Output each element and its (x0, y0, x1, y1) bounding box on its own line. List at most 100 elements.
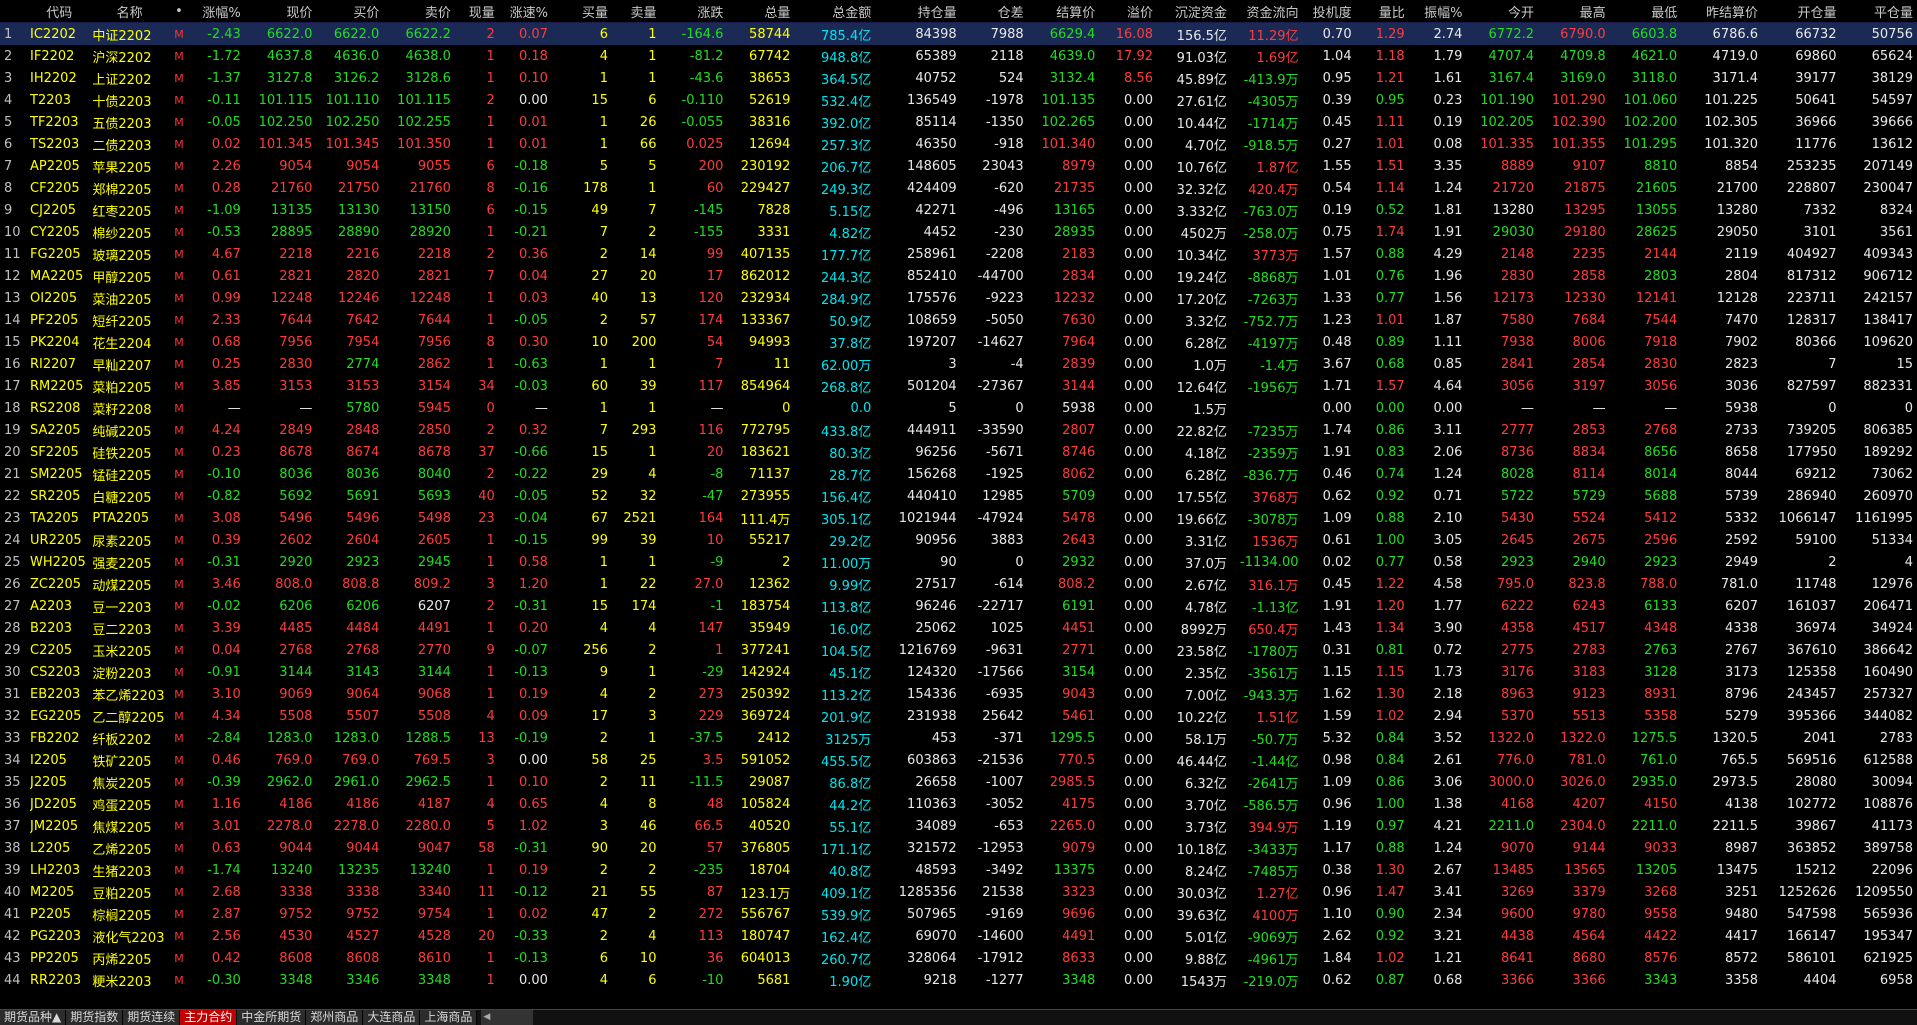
header-price[interactable]: 现价 (244, 0, 317, 23)
table-row[interactable]: 6 TS2203 二债2203 M 0.02 101.345 101.345 101.350 1… (0, 133, 1917, 155)
header-bid[interactable]: 买价 (316, 0, 384, 23)
table-row[interactable]: 41 P2205 棕榈2205 M 2.87 9752 9752 9754 1 0.02 47 2 27… (0, 903, 1917, 925)
header-open-interest[interactable]: 持仓量 (875, 0, 961, 23)
table-row[interactable]: 11 FG2205 玻璃2205 M 4.67 2218 2216 2218 2 0.36 2 14 9… (0, 243, 1917, 265)
header-change-pct[interactable]: 涨幅% (187, 0, 245, 23)
table-row[interactable]: 29 C2205 玉米2205 M 0.04 2768 2768 2770 9 -0.07 256 2… (0, 639, 1917, 661)
table-row[interactable]: 1 IC2202 中证2202 M -2.43 6622.0 6622.0 6622.2 2 0.… (0, 22, 1917, 45)
header-oi-change[interactable]: 仓差 (960, 0, 1028, 23)
header-last-vol[interactable]: 现量 (454, 0, 499, 23)
table-row[interactable]: 40 M2205 豆粕2205 M 2.68 3338 3338 3340 11 -0.12 21 5… (0, 881, 1917, 903)
table-body: 1 IC2202 中证2202 M -2.43 6622.0 6622.0 6622.2 2 0.… (0, 22, 1917, 992)
tab-4[interactable]: 中金所期货 (237, 1010, 307, 1025)
header-settle[interactable]: 结算价 (1027, 0, 1100, 23)
header-code[interactable]: 代码 (30, 0, 93, 23)
header-volume[interactable]: 总量 (727, 0, 795, 23)
header-deposit[interactable]: 沉淀资金 (1156, 0, 1231, 23)
tab-2[interactable]: 期货连续 (123, 1010, 181, 1025)
tab-5[interactable]: 郑州商品 (306, 1010, 364, 1025)
cell-vol-ratio: 1.02 (1375, 950, 1405, 966)
table-row[interactable]: 39 LH2203 生猪2203 M -1.74 13240 13235 13240 1 0.19… (0, 859, 1917, 881)
table-row[interactable]: 18 RS2208 菜籽2208 M — — 5780 5945 0 — 1 1 — 0 0.0 5 0 5938… (0, 397, 1917, 419)
header-low[interactable]: 最低 (1609, 0, 1682, 23)
cell-dot: M (174, 49, 184, 63)
table-row[interactable]: 8 CF2205 郑棉2205 M 0.28 21760 21750 21760 8 -0.16 1… (0, 177, 1917, 199)
table-row[interactable]: 44 RR2203 粳米2203 M -0.30 3348 3346 3348 1 0.00 4 6 -… (0, 969, 1917, 991)
table-row[interactable]: 14 PF2205 短纤2205 M 2.33 7644 7642 7644 1 -0.05 2 57… (0, 309, 1917, 331)
table-row[interactable]: 28 B2203 豆二2203 M 3.39 4485 4484 4491 1 0.20 4 4 147… (0, 617, 1917, 639)
header-prev-settle[interactable]: 昨结算价 (1681, 0, 1763, 23)
table-row[interactable]: 22 SR2205 白糖2205 M -0.82 5692 5691 5693 40 -0.05 5… (0, 485, 1917, 507)
table-row[interactable]: 24 UR2205 尿素2205 M 0.39 2602 2604 2605 1 -0.15 99 3… (0, 529, 1917, 551)
header-ask-vol[interactable]: 卖量 (611, 0, 661, 23)
row-index: 22 (4, 488, 21, 504)
header-fund-flow[interactable]: 资金流向 (1230, 0, 1303, 23)
cell-volume: 29087 (749, 774, 791, 790)
table-row[interactable]: 19 SA2205 纯碱2205 M 4.24 2849 2848 2850 2 0.32 7 293… (0, 419, 1917, 441)
cell-code: FB2202 (30, 730, 80, 746)
table-row[interactable]: 37 JM2205 焦煤2205 M 3.01 2278.0 2278.0 2280.0 5 1.… (0, 815, 1917, 837)
table-row[interactable]: 43 PP2205 丙烯2205 M 0.42 8608 8608 8610 1 -0.13 6 10… (0, 947, 1917, 969)
tab-scroll-left-icon[interactable]: ◀ (481, 1010, 534, 1025)
cell-prev-settle: 9480 (1724, 906, 1759, 922)
cell-price: 2849 (279, 422, 313, 438)
header-name[interactable]: 名称 (92, 0, 171, 23)
table-row[interactable]: 21 SM2205 锰硅2205 M -0.10 8036 8036 8040 2 -0.22 29… (0, 463, 1917, 485)
tab-1[interactable]: 期货指数 (66, 1010, 124, 1025)
cell-change: 17 (706, 268, 724, 284)
header-premium[interactable]: 溢价 (1099, 0, 1157, 23)
table-row[interactable]: 25 WH2205 强麦2205 M -0.31 2920 2923 2945 1 0.58 1 1 -… (0, 551, 1917, 573)
header-speed[interactable]: 涨速% (498, 0, 552, 23)
table-row[interactable]: 3 IH2202 上证2202 M -1.37 3127.8 3126.2 3128.6 1 0.… (0, 67, 1917, 89)
header-amount[interactable]: 总金额 (794, 0, 876, 23)
header-dot[interactable]: • (170, 0, 188, 23)
table-row[interactable]: 36 JD2205 鸡蛋2205 M 1.16 4186 4186 4187 4 0.65 4 8 48… (0, 793, 1917, 815)
table-row[interactable]: 34 I2205 铁矿2205 M 0.46 769.0 769.0 769.5 3 0.00 58… (0, 749, 1917, 771)
tab-3[interactable]: 主力合约 (180, 1010, 238, 1025)
table-row[interactable]: 15 PK2204 花生2204 M 0.68 7956 7954 7956 8 0.30 10 20… (0, 331, 1917, 353)
header-vol-ratio[interactable]: 量比 (1355, 0, 1409, 23)
header-spec-ratio[interactable]: 投机度 (1302, 0, 1356, 23)
table-row[interactable]: 9 CJ2205 红枣2205 M -1.09 13135 13130 13150 6 -0.15… (0, 199, 1917, 221)
table-row[interactable]: 32 EG2205 乙二醇2205 M 4.34 5508 5507 5508 4 0.09 17 3… (0, 705, 1917, 727)
header-bid-vol[interactable]: 买量 (551, 0, 612, 23)
table-row[interactable]: 33 FB2202 纤板2202 M -2.84 1283.0 1283.0 1288.5 13… (0, 727, 1917, 749)
cell-open: 9070 (1500, 840, 1535, 856)
cell-open: 3167.4 (1488, 70, 1535, 86)
table-row[interactable]: 30 CS2203 淀粉2203 M -0.91 3144 3143 3144 1 -0.13 9 1… (0, 661, 1917, 683)
header-high[interactable]: 最高 (1538, 0, 1610, 23)
table-row[interactable]: 17 RM2205 菜粕2205 M 3.85 3153 3153 3154 34 -0.03 60… (0, 375, 1917, 397)
table-row[interactable]: 23 TA2205 PTA2205 M 3.08 5496 5496 5498 23 -0.04 6… (0, 507, 1917, 529)
table-row[interactable]: 5 TF2203 五债2203 M -0.05 102.250 102.250 102.255… (0, 111, 1917, 133)
cell-amount: 44.2亿 (829, 798, 872, 814)
table-row[interactable]: 12 MA2205 甲醇2205 M 0.61 2821 2820 2821 7 0.04 27 20… (0, 265, 1917, 287)
header-change[interactable]: 涨跌 (660, 0, 728, 23)
tab-0[interactable]: 期货品种▲ (0, 1010, 67, 1025)
cell-dot: M (174, 555, 184, 569)
table-row[interactable]: 35 J2205 焦炭2205 M -0.39 2962.0 2961.0 2962.5 1 0.… (0, 771, 1917, 793)
tab-6[interactable]: 大连商品 (363, 1010, 421, 1025)
header-ask[interactable]: 卖价 (383, 0, 455, 23)
cell-deposit: 46.44亿 (1176, 754, 1227, 770)
table-row[interactable]: 10 CY2205 棉纱2205 M -0.53 28895 28890 28920 1 -0.2… (0, 221, 1917, 243)
table-row[interactable]: 13 OI2205 菜油2205 M 0.99 12248 12246 12248 1 0.03 4… (0, 287, 1917, 309)
cell-premium: 0.00 (1124, 664, 1153, 680)
table-row[interactable]: 16 RI2207 早籼2207 M 0.25 2830 2774 2862 1 -0.63 1 1 7… (0, 353, 1917, 375)
table-row[interactable]: 26 ZC2205 动煤2205 M 3.46 808.0 808.8 809.2 3 1.20 1… (0, 573, 1917, 595)
table-row[interactable]: 2 IF2202 沪深2202 M -1.72 4637.8 4636.0 4638.0 1 0.… (0, 45, 1917, 67)
table-row[interactable]: 42 PG2203 液化气2203 M 2.56 4530 4527 4528 20 -0.33 2… (0, 925, 1917, 947)
table-row[interactable]: 38 L2205 乙烯2205 M 0.63 9044 9044 9047 58 -0.31 90 2… (0, 837, 1917, 859)
header-amplitude[interactable]: 振幅% (1408, 0, 1467, 23)
cell-prev-settle: 7902 (1724, 334, 1759, 350)
header-open-vol[interactable]: 开仓量 (1762, 0, 1841, 23)
table-row[interactable]: 7 AP2205 苹果2205 M 2.26 9054 9054 9055 6 -0.18 5 5 20… (0, 155, 1917, 177)
table-row[interactable]: 4 T2203 十债2203 M -0.11 101.115 101.110 101.115 2… (0, 89, 1917, 111)
table-row[interactable]: 20 SF2205 硅铁2205 M 0.23 8678 8674 8678 37 -0.66 15… (0, 441, 1917, 463)
cell-open-interest: 84398 (875, 22, 961, 45)
header-close-vol[interactable]: 平仓量 (1840, 0, 1917, 23)
header-open[interactable]: 今开 (1466, 0, 1539, 23)
cell-high: 9107 (1572, 158, 1606, 174)
tab-7[interactable]: 上海商品 (420, 1010, 478, 1025)
table-row[interactable]: 31 EB2203 苯乙烯2203 M 3.10 9069 9064 9068 1 0.19 4 2 2… (0, 683, 1917, 705)
table-row[interactable]: 27 A2203 豆一2203 M -0.02 6206 6206 6207 2 -0.31 15 1… (0, 595, 1917, 617)
